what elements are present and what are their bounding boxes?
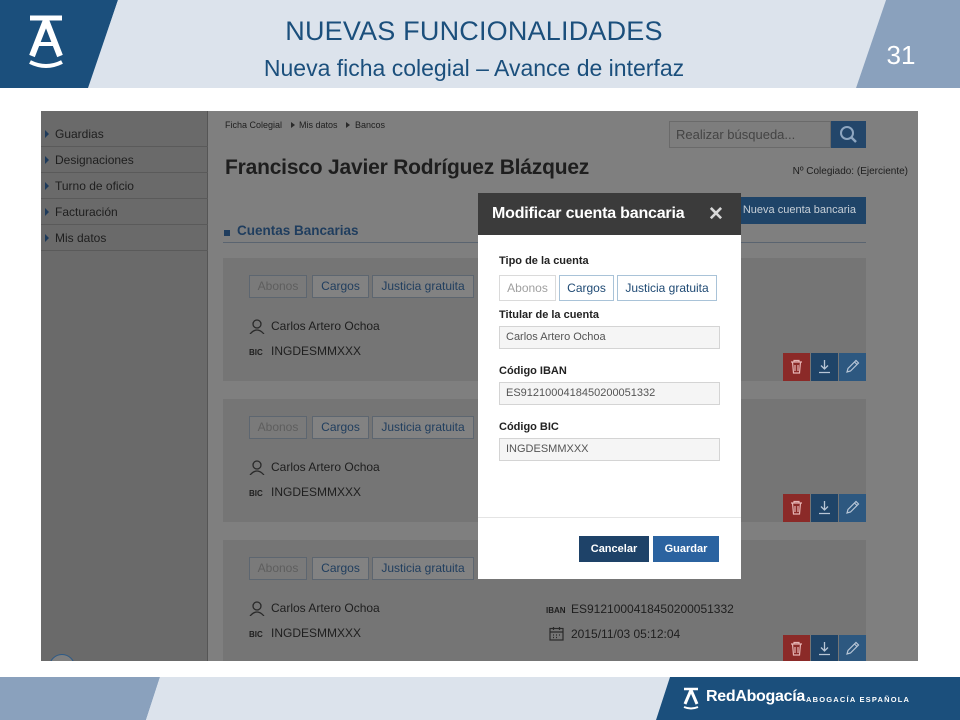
- bic-code-label: Código BIC: [499, 421, 559, 433]
- abogacia-logo-icon: [29, 15, 63, 68]
- sidebar-item-label: Mis datos: [55, 231, 107, 245]
- sidebar-item-label: Facturación: [55, 205, 118, 219]
- bic-code-field[interactable]: INGDESMMXXX: [499, 438, 720, 461]
- modal-tab-abonos[interactable]: Abonos: [499, 275, 556, 301]
- bic-label: BIC: [249, 489, 263, 498]
- footer-brand-sub: ABOGACÍA ESPAÑOLA: [806, 695, 911, 704]
- user-icon: [249, 601, 265, 616]
- footer-brand: RedAbogacía: [706, 688, 805, 705]
- trash-icon: [791, 641, 802, 656]
- tab-cargos[interactable]: Cargos: [312, 416, 369, 439]
- delete-button[interactable]: [783, 635, 810, 661]
- breadcrumb-item-ficha-colegial[interactable]: Ficha Colegial: [225, 120, 282, 130]
- account-type-label: Tipo de la cuenta: [499, 255, 589, 267]
- calendar-icon: [549, 627, 564, 641]
- bic-label: BIC: [249, 630, 263, 639]
- modal-tab-justicia-gratuita[interactable]: Justicia gratuita: [617, 275, 717, 301]
- caret-right-icon: [45, 208, 49, 216]
- tab-abonos[interactable]: Abonos: [249, 416, 307, 439]
- download-button[interactable]: [811, 494, 838, 522]
- section-title: Cuentas Bancarias: [237, 223, 359, 238]
- sidebar-item-mis-datos[interactable]: Mis datos: [41, 225, 208, 251]
- edit-button[interactable]: [839, 353, 866, 381]
- modal-footer-divider: [478, 517, 741, 518]
- sidebar-item-designaciones[interactable]: Designaciones: [41, 147, 208, 173]
- iban-value: ES9121000418450200051332: [571, 602, 734, 616]
- delete-button[interactable]: [783, 494, 810, 522]
- caret-right-icon: [45, 234, 49, 242]
- footer-center-band: [146, 677, 670, 720]
- cancel-button[interactable]: Cancelar: [579, 536, 649, 562]
- caret-right-icon: [45, 156, 49, 164]
- download-icon: [819, 642, 830, 656]
- sidebar-item-guardias[interactable]: Guardias: [41, 121, 208, 147]
- new-bank-account-button[interactable]: Nueva cuenta bancaria: [734, 197, 866, 224]
- sidebar-item-label: Turno de oficio: [55, 179, 134, 193]
- download-button[interactable]: [811, 635, 838, 661]
- slide-number: 31: [886, 40, 916, 70]
- caret-right-icon: [45, 182, 49, 190]
- iban-code-field[interactable]: ES9121000418450200051332: [499, 382, 720, 405]
- sidebar: Guardias Designaciones Turno de oficio F…: [41, 111, 208, 661]
- slide-subtitle: Nueva ficha colegial – Avance de interfa…: [263, 55, 685, 81]
- search-icon: [840, 126, 857, 143]
- pencil-icon: [846, 359, 860, 373]
- sidebar-item-turno-de-oficio[interactable]: Turno de oficio: [41, 173, 208, 199]
- close-icon[interactable]: ✕: [708, 203, 724, 226]
- edit-bank-account-modal: Modificar cuenta bancaria ✕ Tipo de la c…: [478, 193, 741, 579]
- download-button[interactable]: [811, 353, 838, 381]
- tab-abonos[interactable]: Abonos: [249, 275, 307, 298]
- bic-value: INGDESMMXXX: [271, 485, 362, 499]
- slide-title: NUEVAS FUNCIONALIDADES: [285, 16, 663, 46]
- breadcrumb-separator-icon: [291, 122, 295, 128]
- section-bullet-icon: [224, 230, 230, 236]
- trash-icon: [791, 359, 802, 374]
- download-icon: [819, 501, 830, 515]
- breadcrumb-separator-icon: [346, 122, 350, 128]
- sidebar-item-label: Guardias: [55, 127, 104, 141]
- tab-justicia-gratuita[interactable]: Justicia gratuita: [372, 557, 474, 580]
- sidebar-item-facturacion[interactable]: Facturación: [41, 199, 208, 225]
- modal-title: Modificar cuenta bancaria: [492, 205, 685, 222]
- app-screenshot: Guardias Designaciones Turno de oficio F…: [41, 111, 918, 661]
- colegiado-number: Nº Colegiado: (Ejerciente): [792, 166, 908, 177]
- tab-justicia-gratuita[interactable]: Justicia gratuita: [372, 275, 474, 298]
- tab-abonos[interactable]: Abonos: [249, 557, 307, 580]
- bic-value: INGDESMMXXX: [271, 344, 362, 358]
- account-holder: Carlos Artero Ochoa: [271, 601, 380, 615]
- delete-button[interactable]: [783, 353, 810, 381]
- bic-label: BIC: [249, 348, 263, 357]
- download-icon: [819, 360, 830, 374]
- pencil-icon: [846, 500, 860, 514]
- tab-cargos[interactable]: Cargos: [312, 557, 369, 580]
- user-icon: [249, 460, 265, 475]
- edit-button[interactable]: [839, 635, 866, 661]
- tab-cargos[interactable]: Cargos: [312, 275, 369, 298]
- search-button[interactable]: [831, 121, 866, 148]
- account-holder: Carlos Artero Ochoa: [271, 460, 380, 474]
- modal-tab-cargos[interactable]: Cargos: [559, 275, 614, 301]
- account-holder: Carlos Artero Ochoa: [271, 319, 380, 333]
- redabogacia-logo-icon: [683, 687, 699, 710]
- bic-value: INGDESMMXXX: [271, 626, 362, 640]
- trash-icon: [791, 500, 802, 515]
- last-modified-date: 2015/11/03 05:12:04: [571, 627, 681, 641]
- footer-left-band: [0, 677, 160, 720]
- breadcrumb-item-bancos: Bancos: [355, 120, 386, 130]
- user-icon: [249, 319, 265, 334]
- breadcrumb-item-mis-datos[interactable]: Mis datos: [299, 120, 338, 130]
- iban-label: IBAN: [546, 606, 566, 615]
- profile-name: Francisco Javier Rodríguez Blázquez: [225, 156, 590, 179]
- iban-code-label: Código IBAN: [499, 365, 567, 377]
- pencil-icon: [846, 641, 860, 655]
- modal-header: Modificar cuenta bancaria ✕: [478, 193, 741, 235]
- search-input[interactable]: Realizar búsqueda...: [669, 121, 831, 148]
- caret-right-icon: [45, 130, 49, 138]
- save-button[interactable]: Guardar: [653, 536, 719, 562]
- tab-justicia-gratuita[interactable]: Justicia gratuita: [372, 416, 474, 439]
- edit-button[interactable]: [839, 494, 866, 522]
- sidebar-item-label: Designaciones: [55, 153, 134, 167]
- account-holder-label: Titular de la cuenta: [499, 309, 600, 321]
- account-holder-field[interactable]: Carlos Artero Ochoa: [499, 326, 720, 349]
